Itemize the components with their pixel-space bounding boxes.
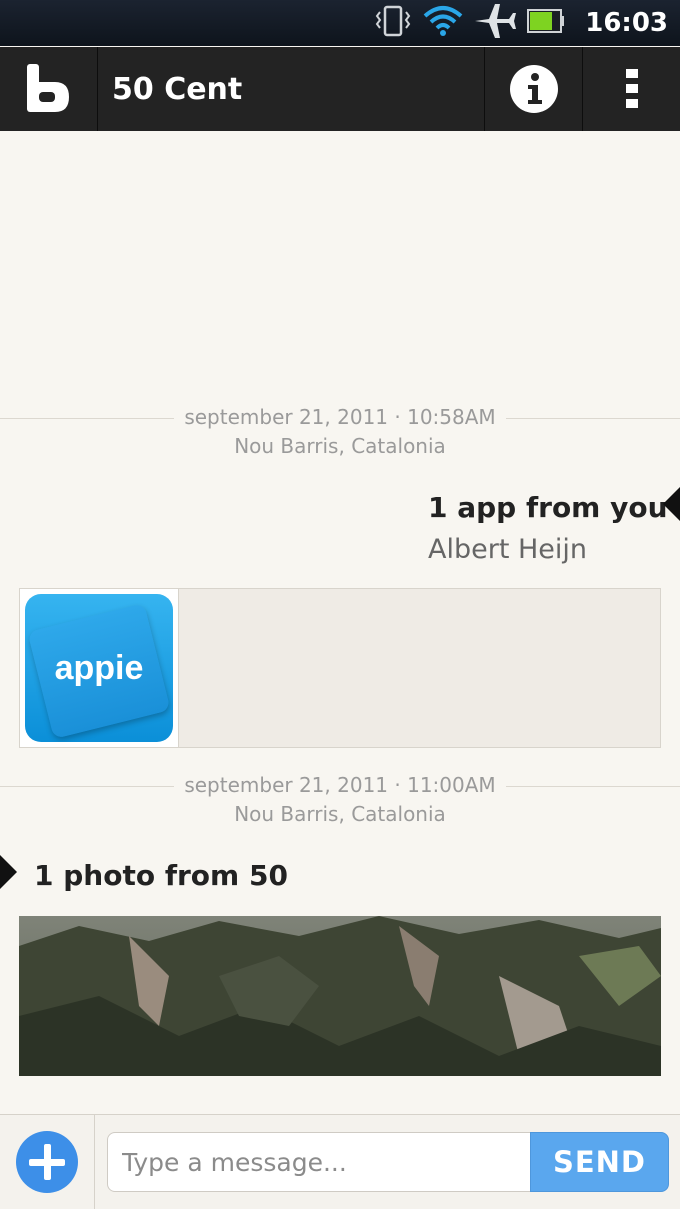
location-label: Nou Barris, Catalonia xyxy=(0,432,680,461)
message-location: Nou Barris, Catalonia xyxy=(224,434,456,458)
battery-icon xyxy=(527,8,565,38)
message-heading: 1 photo from 50 xyxy=(34,859,288,892)
separator-line xyxy=(494,786,680,787)
info-button[interactable] xyxy=(485,47,582,131)
location-label: Nou Barris, Catalonia xyxy=(0,800,680,829)
date-separator: september 21, 2011 · 10:58AM xyxy=(0,403,680,432)
overflow-menu-icon xyxy=(625,69,638,108)
status-bar: 16:03 xyxy=(0,0,680,46)
conversation-list[interactable]: september 21, 2011 · 10:58AM Nou Barris,… xyxy=(0,131,680,1114)
app-icon-label: appie xyxy=(54,648,144,687)
message-location: Nou Barris, Catalonia xyxy=(224,802,456,826)
add-attachment-button[interactable] xyxy=(0,1114,95,1209)
vibrate-icon xyxy=(373,4,413,42)
outgoing-arrow-icon xyxy=(663,487,680,521)
app-thumbnail: appie xyxy=(20,589,179,747)
bump-logo-icon xyxy=(26,64,69,112)
separator-line xyxy=(0,786,186,787)
app-logo-button[interactable] xyxy=(0,47,97,131)
landscape-photo xyxy=(19,916,661,1076)
info-icon xyxy=(509,65,558,113)
incoming-arrow-icon xyxy=(0,855,17,889)
status-time: 16:03 xyxy=(585,8,668,38)
overflow-menu-button[interactable] xyxy=(583,47,680,131)
message-date: september 21, 2011 · 10:58AM xyxy=(174,405,506,429)
send-button[interactable]: SEND xyxy=(530,1132,669,1192)
message-input[interactable] xyxy=(107,1132,531,1192)
message-heading: 1 app from you xyxy=(428,491,668,524)
airplane-icon xyxy=(473,2,517,44)
separator-line xyxy=(0,418,186,419)
plus-icon xyxy=(16,1131,78,1193)
message-subtitle: Albert Heijn xyxy=(428,534,588,565)
app-attachment-card[interactable]: appie xyxy=(19,588,661,748)
separator-line xyxy=(494,418,680,419)
message-date: september 21, 2011 · 11:00AM xyxy=(174,773,506,797)
app-bar: 50 Cent xyxy=(0,47,680,131)
appie-app-icon: appie xyxy=(25,594,173,742)
date-separator: september 21, 2011 · 11:00AM xyxy=(0,771,680,800)
photo-attachment[interactable] xyxy=(19,916,661,1076)
wifi-icon xyxy=(423,4,463,42)
conversation-title: 50 Cent xyxy=(112,71,243,107)
composer-bar: SEND xyxy=(0,1114,680,1209)
